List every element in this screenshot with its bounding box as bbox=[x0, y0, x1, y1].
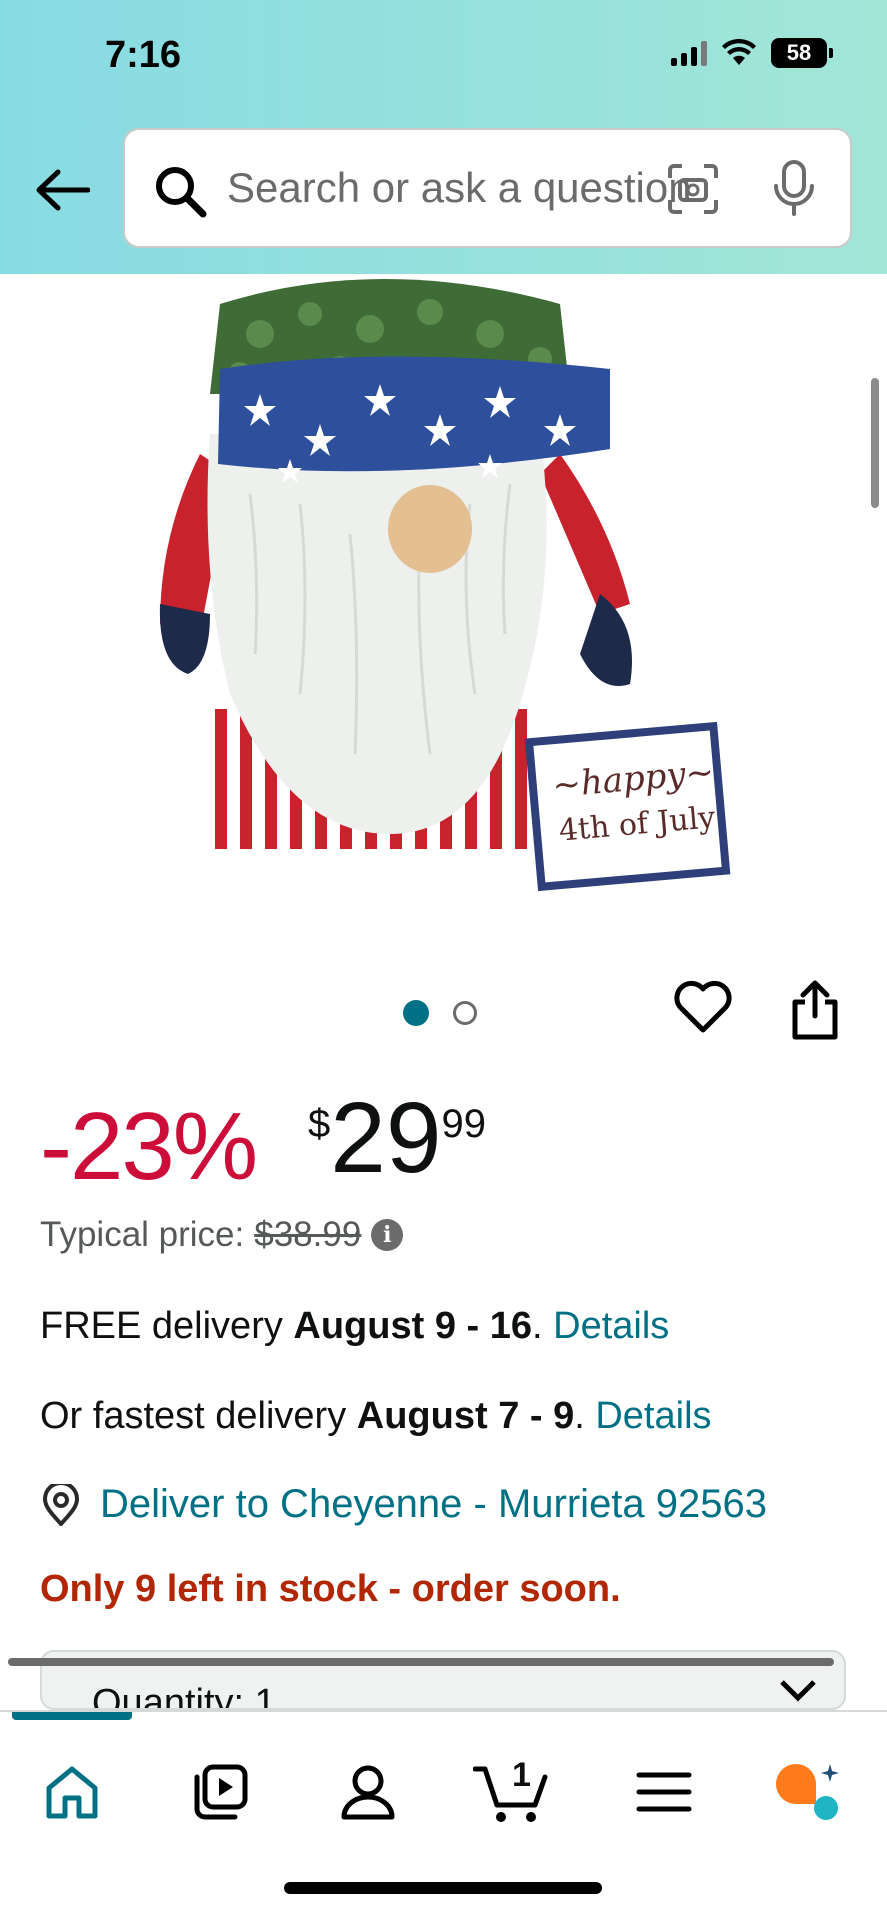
location-pin-icon bbox=[42, 1483, 80, 1526]
nav-account[interactable] bbox=[328, 1752, 408, 1832]
share-icon bbox=[792, 980, 838, 1040]
quantity-label: Quantity: 1 bbox=[92, 1682, 276, 1710]
typical-price-value: $38.99 bbox=[254, 1215, 362, 1254]
camera-lens-icon[interactable] bbox=[666, 162, 720, 216]
menu-icon bbox=[636, 1772, 692, 1812]
deliver-to-text[interactable]: Deliver to Cheyenne - Murrieta 92563 bbox=[100, 1482, 767, 1527]
price-fraction: 99 bbox=[441, 1102, 486, 1146]
search-icon bbox=[156, 167, 207, 218]
fastest-delivery-prefix: Or fastest delivery bbox=[40, 1395, 357, 1437]
video-icon bbox=[194, 1764, 248, 1820]
price-currency: $ bbox=[308, 1102, 331, 1146]
chevron-down-icon bbox=[780, 1680, 816, 1702]
carousel-dot[interactable] bbox=[453, 1001, 477, 1025]
back-arrow-icon bbox=[36, 169, 90, 211]
discount-percent: -23% bbox=[40, 1093, 258, 1200]
rufus-assistant-icon bbox=[776, 1764, 839, 1820]
header: 7:16 58 bbox=[0, 0, 887, 274]
wifi-icon bbox=[722, 39, 756, 65]
wishlist-button[interactable] bbox=[674, 980, 732, 1039]
stock-message: Only 9 left in stock - order soon. bbox=[40, 1568, 621, 1610]
nav-rufus[interactable] bbox=[770, 1752, 850, 1832]
fastest-delivery-line: Or fastest delivery August 7 - 9. Detail… bbox=[40, 1395, 712, 1438]
typical-price-label: Typical price: bbox=[40, 1215, 245, 1254]
fastest-delivery-details-link[interactable]: Details bbox=[595, 1395, 711, 1437]
heart-icon bbox=[674, 980, 732, 1033]
product-image[interactable]: ~happy~ 4th of July bbox=[140, 274, 740, 894]
typical-price-row: Typical price: $38.99 i bbox=[40, 1215, 404, 1255]
deliver-to-link[interactable]: Deliver to Cheyenne - Murrieta 92563 bbox=[40, 1482, 767, 1527]
share-button[interactable] bbox=[790, 980, 840, 1045]
scroll-divider bbox=[8, 1658, 834, 1666]
price: $ 29 99 bbox=[308, 1088, 486, 1188]
status-icons: 58 bbox=[671, 38, 833, 68]
info-icon[interactable]: i bbox=[371, 1219, 404, 1251]
account-icon bbox=[341, 1765, 395, 1820]
nav-video[interactable] bbox=[180, 1752, 260, 1832]
carousel-dot-active[interactable] bbox=[403, 1000, 429, 1026]
price-whole: 29 bbox=[330, 1082, 442, 1194]
image-carousel-dots bbox=[403, 1000, 477, 1026]
battery-icon: 58 bbox=[771, 38, 833, 68]
free-delivery-details-link[interactable]: Details bbox=[553, 1305, 669, 1347]
search-input[interactable] bbox=[227, 158, 707, 218]
nav-home[interactable] bbox=[32, 1752, 112, 1832]
free-delivery-suffix: . bbox=[532, 1305, 554, 1347]
cellular-signal-icon bbox=[671, 40, 707, 66]
search-bar[interactable] bbox=[123, 128, 852, 248]
fastest-delivery-suffix: . bbox=[574, 1395, 596, 1437]
nav-menu[interactable] bbox=[624, 1752, 704, 1832]
free-delivery-prefix: FREE delivery bbox=[40, 1305, 294, 1347]
scrollbar[interactable] bbox=[871, 378, 879, 508]
free-delivery-dates: August 9 - 16 bbox=[293, 1305, 533, 1347]
fastest-delivery-dates: August 7 - 9 bbox=[356, 1395, 575, 1437]
free-delivery-line: FREE delivery August 9 - 16. Details bbox=[40, 1305, 669, 1348]
active-tab-indicator bbox=[12, 1712, 132, 1720]
home-icon bbox=[46, 1766, 98, 1819]
home-indicator[interactable] bbox=[284, 1882, 602, 1894]
cart-count: 1 bbox=[512, 1756, 531, 1794]
status-time: 7:16 bbox=[105, 34, 182, 76]
image-sign: ~happy~ 4th of July bbox=[547, 752, 724, 850]
microphone-icon[interactable] bbox=[772, 160, 816, 218]
nav-cart[interactable]: 1 bbox=[472, 1752, 552, 1832]
back-button[interactable] bbox=[32, 160, 92, 220]
